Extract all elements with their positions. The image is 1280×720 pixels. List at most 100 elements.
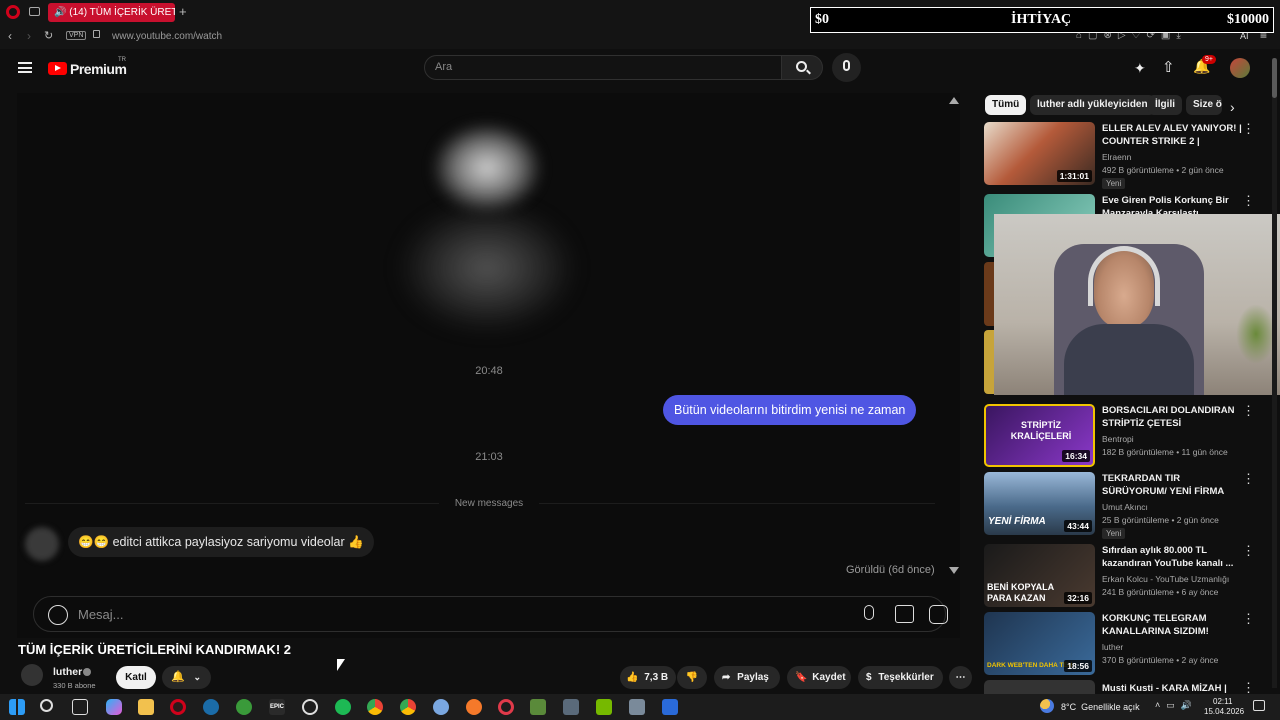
channel-name[interactable]: Elraenn [1102, 152, 1131, 162]
task-view-icon[interactable] [72, 699, 88, 715]
clock-date[interactable]: 15.04.2026 [1204, 707, 1244, 716]
file-explorer-icon[interactable] [138, 699, 154, 715]
epic-games-icon[interactable]: EPIC [269, 699, 285, 715]
url-field[interactable]: www.youtube.com/watch [112, 31, 222, 42]
more-options-icon[interactable]: ⋮ [1242, 472, 1255, 485]
video-thumbnail[interactable]: STRİPTİZ KRALİÇELERİ 16:34 [984, 404, 1095, 467]
back-button[interactable]: ‹ [8, 29, 12, 43]
join-button[interactable]: Katıl [116, 666, 156, 689]
channel-name[interactable]: luther [1102, 642, 1123, 652]
message-input[interactable]: Mesaj... [78, 607, 124, 622]
video-player[interactable]: 20:48 Bütün videolarını bitirdim yenisi … [17, 93, 960, 638]
recommendation-item[interactable]: BENİ KOPYALA PARA KAZAN 32:16 Sıfırdan a… [984, 544, 1274, 610]
video-thumbnail[interactable]: YENİ FİRMA 43:44 [984, 472, 1095, 535]
video-thumbnail[interactable]: 1:31:01 [984, 122, 1095, 185]
sticker-icon[interactable] [929, 605, 948, 624]
recommendation-title[interactable]: KORKUNÇ TELEGRAM KANALLARINA SIZDIM! [1102, 612, 1242, 638]
app-icon[interactable] [433, 699, 449, 715]
chip-from-uploader[interactable]: luther adlı yükleyiciden [1030, 95, 1155, 115]
chips-next-arrow[interactable]: › [1230, 99, 1235, 115]
tools-icon[interactable] [563, 699, 579, 715]
account-avatar[interactable] [1230, 58, 1250, 78]
upload-icon[interactable]: ⇧ [1162, 58, 1175, 76]
more-options-icon[interactable]: ⋮ [1242, 612, 1255, 625]
page-scrollbar[interactable] [1272, 58, 1277, 688]
copilot-icon[interactable] [106, 699, 122, 715]
steam-icon[interactable] [203, 699, 219, 715]
chrome-profile-icon[interactable] [400, 699, 416, 715]
more-options-icon[interactable]: ⋮ [1242, 544, 1255, 557]
chip-all[interactable]: Tümü [985, 95, 1027, 115]
recommendation-item[interactable]: 1:31:01 ELLER ALEV ALEV YANIYOR! | COUNT… [984, 122, 1274, 189]
chip-related[interactable]: İlgili [1148, 95, 1182, 115]
image-icon[interactable] [895, 605, 914, 623]
microphone-icon[interactable] [864, 605, 874, 620]
scroll-up-arrow[interactable] [949, 97, 959, 104]
more-options-icon[interactable]: ⋮ [1242, 194, 1255, 207]
recommendation-title[interactable]: BORSACILARI DOLANDIRAN STRİPTİZ ÇETESİ [1102, 404, 1242, 430]
scroll-down-arrow[interactable] [949, 567, 959, 574]
opera-gx-icon[interactable] [498, 699, 514, 715]
voice-search-button[interactable] [832, 53, 861, 82]
minecraft-icon[interactable] [530, 699, 546, 715]
weather-text[interactable]: 8°C Genellikle açık [1061, 702, 1140, 712]
more-options-icon[interactable]: ⋮ [1242, 681, 1255, 694]
reload-icon[interactable]: ↻ [44, 29, 53, 42]
notification-center-icon[interactable] [1253, 700, 1265, 711]
active-tab[interactable]: 🔊 (14) TÜM İÇERİK ÜRETİ [48, 3, 175, 22]
nvidia-icon[interactable] [596, 699, 612, 715]
recommendation-item[interactable]: YENİ FİRMA 43:44 TEKRARDAN TIR SÜRÜYORUM… [984, 472, 1274, 539]
search-input[interactable]: Ara [424, 55, 782, 80]
opera-taskbar-icon[interactable] [170, 699, 186, 715]
workspaces-icon[interactable] [29, 7, 40, 16]
new-tab-button[interactable]: + [179, 4, 187, 19]
channel-avatar[interactable] [21, 664, 43, 686]
create-icon[interactable]: ✦ [1134, 60, 1146, 77]
like-button[interactable]: 👍 7,3 B [620, 666, 676, 689]
channel-name[interactable]: Umut Akıncı [1102, 502, 1148, 512]
recommendation-title[interactable]: Sıfırdan aylık 80.000 TL kazandıran YouT… [1102, 544, 1242, 570]
message-composer[interactable]: Mesaj... [33, 596, 948, 632]
recommendation-title[interactable]: Musti Kusti - KARA MİZAH | [1102, 682, 1242, 694]
subscribe-bell-button[interactable]: 🔔 ⌄ [162, 666, 211, 689]
save-button[interactable]: 🔖 Kaydet [787, 666, 851, 689]
recommendation-title[interactable]: TEKRARDAN TIR SÜRÜYORUM/ YENİ FİRMA [1102, 472, 1242, 498]
taskbar-search-icon[interactable] [40, 699, 53, 712]
duration-badge: 18:56 [1064, 660, 1092, 672]
blender-icon[interactable] [466, 699, 482, 715]
clock-time[interactable]: 02:11 [1213, 697, 1232, 706]
channel-name[interactable]: Bentropi [1102, 434, 1134, 444]
app-icon[interactable] [662, 699, 678, 715]
hamburger-menu-icon[interactable] [18, 62, 32, 73]
dislike-button[interactable]: 👎 [677, 666, 707, 689]
opera-logo-icon[interactable] [6, 5, 20, 19]
search-button[interactable] [781, 55, 823, 80]
obs-icon[interactable] [302, 699, 318, 715]
xbox-icon[interactable] [236, 699, 252, 715]
emoji-icon[interactable] [48, 605, 68, 625]
video-thumbnail[interactable]: BENİ KOPYALA PARA KAZAN 32:16 [984, 544, 1095, 607]
forward-button[interactable]: › [27, 29, 31, 43]
channel-name[interactable]: luther [53, 666, 82, 678]
video-thumbnail[interactable]: DARK WEB'TEN DAHA TEH 18:56 [984, 612, 1095, 675]
more-options-icon[interactable]: ⋮ [1242, 122, 1255, 135]
scrollbar-thumb[interactable] [1272, 58, 1277, 98]
chrome-icon[interactable] [367, 699, 383, 715]
share-button[interactable]: ➦ Paylaş [714, 666, 780, 689]
more-actions-button[interactable]: ⋯ [949, 666, 972, 689]
thanks-button[interactable]: $ Teşekkürler [858, 666, 943, 689]
more-options-icon[interactable]: ⋮ [1242, 404, 1255, 417]
weather-icon[interactable] [1040, 699, 1054, 713]
app-icon[interactable] [629, 699, 645, 715]
windows-start-icon[interactable] [9, 699, 25, 715]
vpn-badge[interactable]: VPN [66, 31, 87, 40]
chip-for-you[interactable]: Size ö [1186, 95, 1222, 115]
recommendation-title[interactable]: ELLER ALEV ALEV YANIYOR! | COUNTER STRIK… [1102, 122, 1242, 148]
tray-icons[interactable]: ˄▭🔊 [1155, 700, 1198, 711]
recommendation-item[interactable]: STRİPTİZ KRALİÇELERİ 16:34 BORSACILARI D… [984, 404, 1274, 470]
channel-name[interactable]: Erkan Kolcu - YouTube Uzmanlığı [1102, 574, 1229, 584]
recommendation-item[interactable]: DARK WEB'TEN DAHA TEH 18:56 KORKUNÇ TELE… [984, 612, 1274, 678]
video-thumbnail[interactable] [984, 680, 1095, 694]
spotify-icon[interactable] [335, 699, 351, 715]
recommendation-item[interactable]: Musti Kusti - KARA MİZAH | ⋮ [984, 680, 1274, 694]
